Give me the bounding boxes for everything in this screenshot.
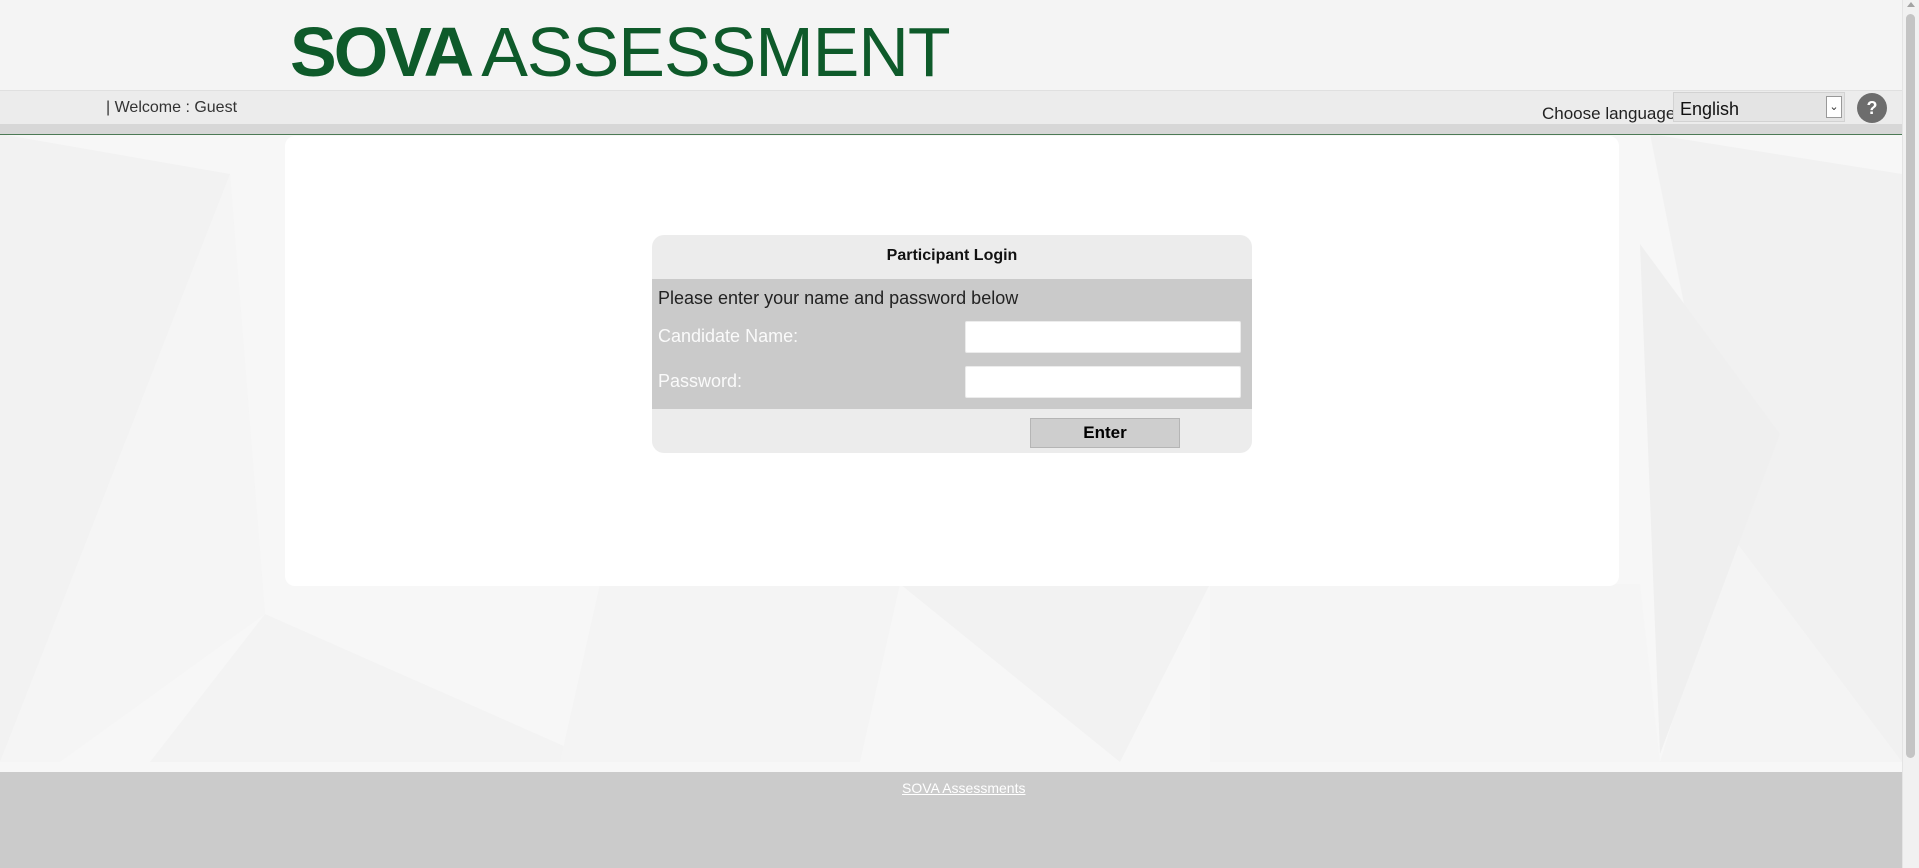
vertical-scrollbar[interactable] bbox=[1902, 0, 1919, 868]
password-label: Password: bbox=[658, 371, 743, 391]
enter-button[interactable]: Enter bbox=[1030, 418, 1180, 448]
candidate-name-label: Candidate Name: bbox=[658, 326, 799, 346]
page: SOVA ASSESSMENT | Welcome : Guest Choose … bbox=[0, 0, 1902, 868]
arrow-up-icon[interactable] bbox=[1907, 2, 1915, 7]
header: SOVA ASSESSMENT bbox=[0, 0, 1902, 90]
choose-language-label: Choose language bbox=[1542, 104, 1676, 123]
chevron-down-icon[interactable]: ⌄ bbox=[1826, 96, 1842, 118]
login-actions: Enter bbox=[652, 409, 1252, 453]
participant-login-box: Participant Login Please enter your name… bbox=[652, 235, 1252, 453]
welcome-bar: | Welcome : Guest Choose language Englis… bbox=[0, 90, 1902, 125]
help-icon[interactable]: ? bbox=[1857, 93, 1887, 123]
login-title: Participant Login bbox=[886, 247, 1018, 264]
header-divider bbox=[0, 124, 1902, 135]
logo-assessment: ASSESSMENT bbox=[481, 13, 950, 91]
candidate-name-input[interactable] bbox=[965, 321, 1241, 353]
language-select[interactable]: English ⌄ bbox=[1673, 92, 1845, 122]
welcome-text: | Welcome : Guest bbox=[106, 99, 238, 116]
sova-assessments-link[interactable]: SOVA Assessments bbox=[902, 780, 1025, 796]
login-instructions: Please enter your name and password belo… bbox=[658, 288, 1019, 308]
login-form: Please enter your name and password belo… bbox=[652, 279, 1252, 409]
language-select-value: English bbox=[1680, 99, 1740, 119]
password-input[interactable] bbox=[965, 366, 1241, 398]
logo-sova: SOVA bbox=[290, 13, 474, 91]
scrollbar-thumb[interactable] bbox=[1906, 14, 1915, 758]
footer: SOVA Assessments bbox=[0, 772, 1902, 868]
sova-assessment-logo[interactable]: SOVA ASSESSMENT bbox=[290, 17, 951, 87]
